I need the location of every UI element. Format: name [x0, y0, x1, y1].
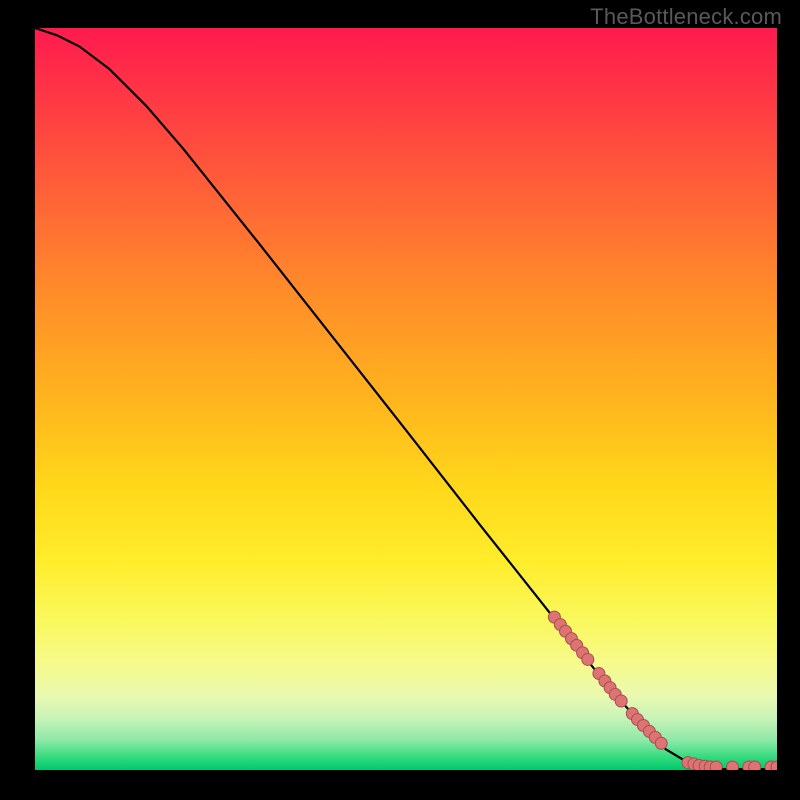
- data-markers: [548, 611, 777, 770]
- plot-area: [35, 28, 777, 770]
- data-point: [749, 761, 761, 770]
- data-point: [710, 761, 722, 770]
- chart-overlay: [35, 28, 777, 770]
- data-point: [582, 653, 594, 665]
- data-point: [655, 737, 667, 749]
- data-point: [726, 761, 738, 770]
- data-point: [615, 695, 627, 707]
- curve-line: [35, 28, 777, 769]
- chart-stage: TheBottleneck.com: [0, 0, 800, 800]
- watermark-text: TheBottleneck.com: [590, 4, 782, 30]
